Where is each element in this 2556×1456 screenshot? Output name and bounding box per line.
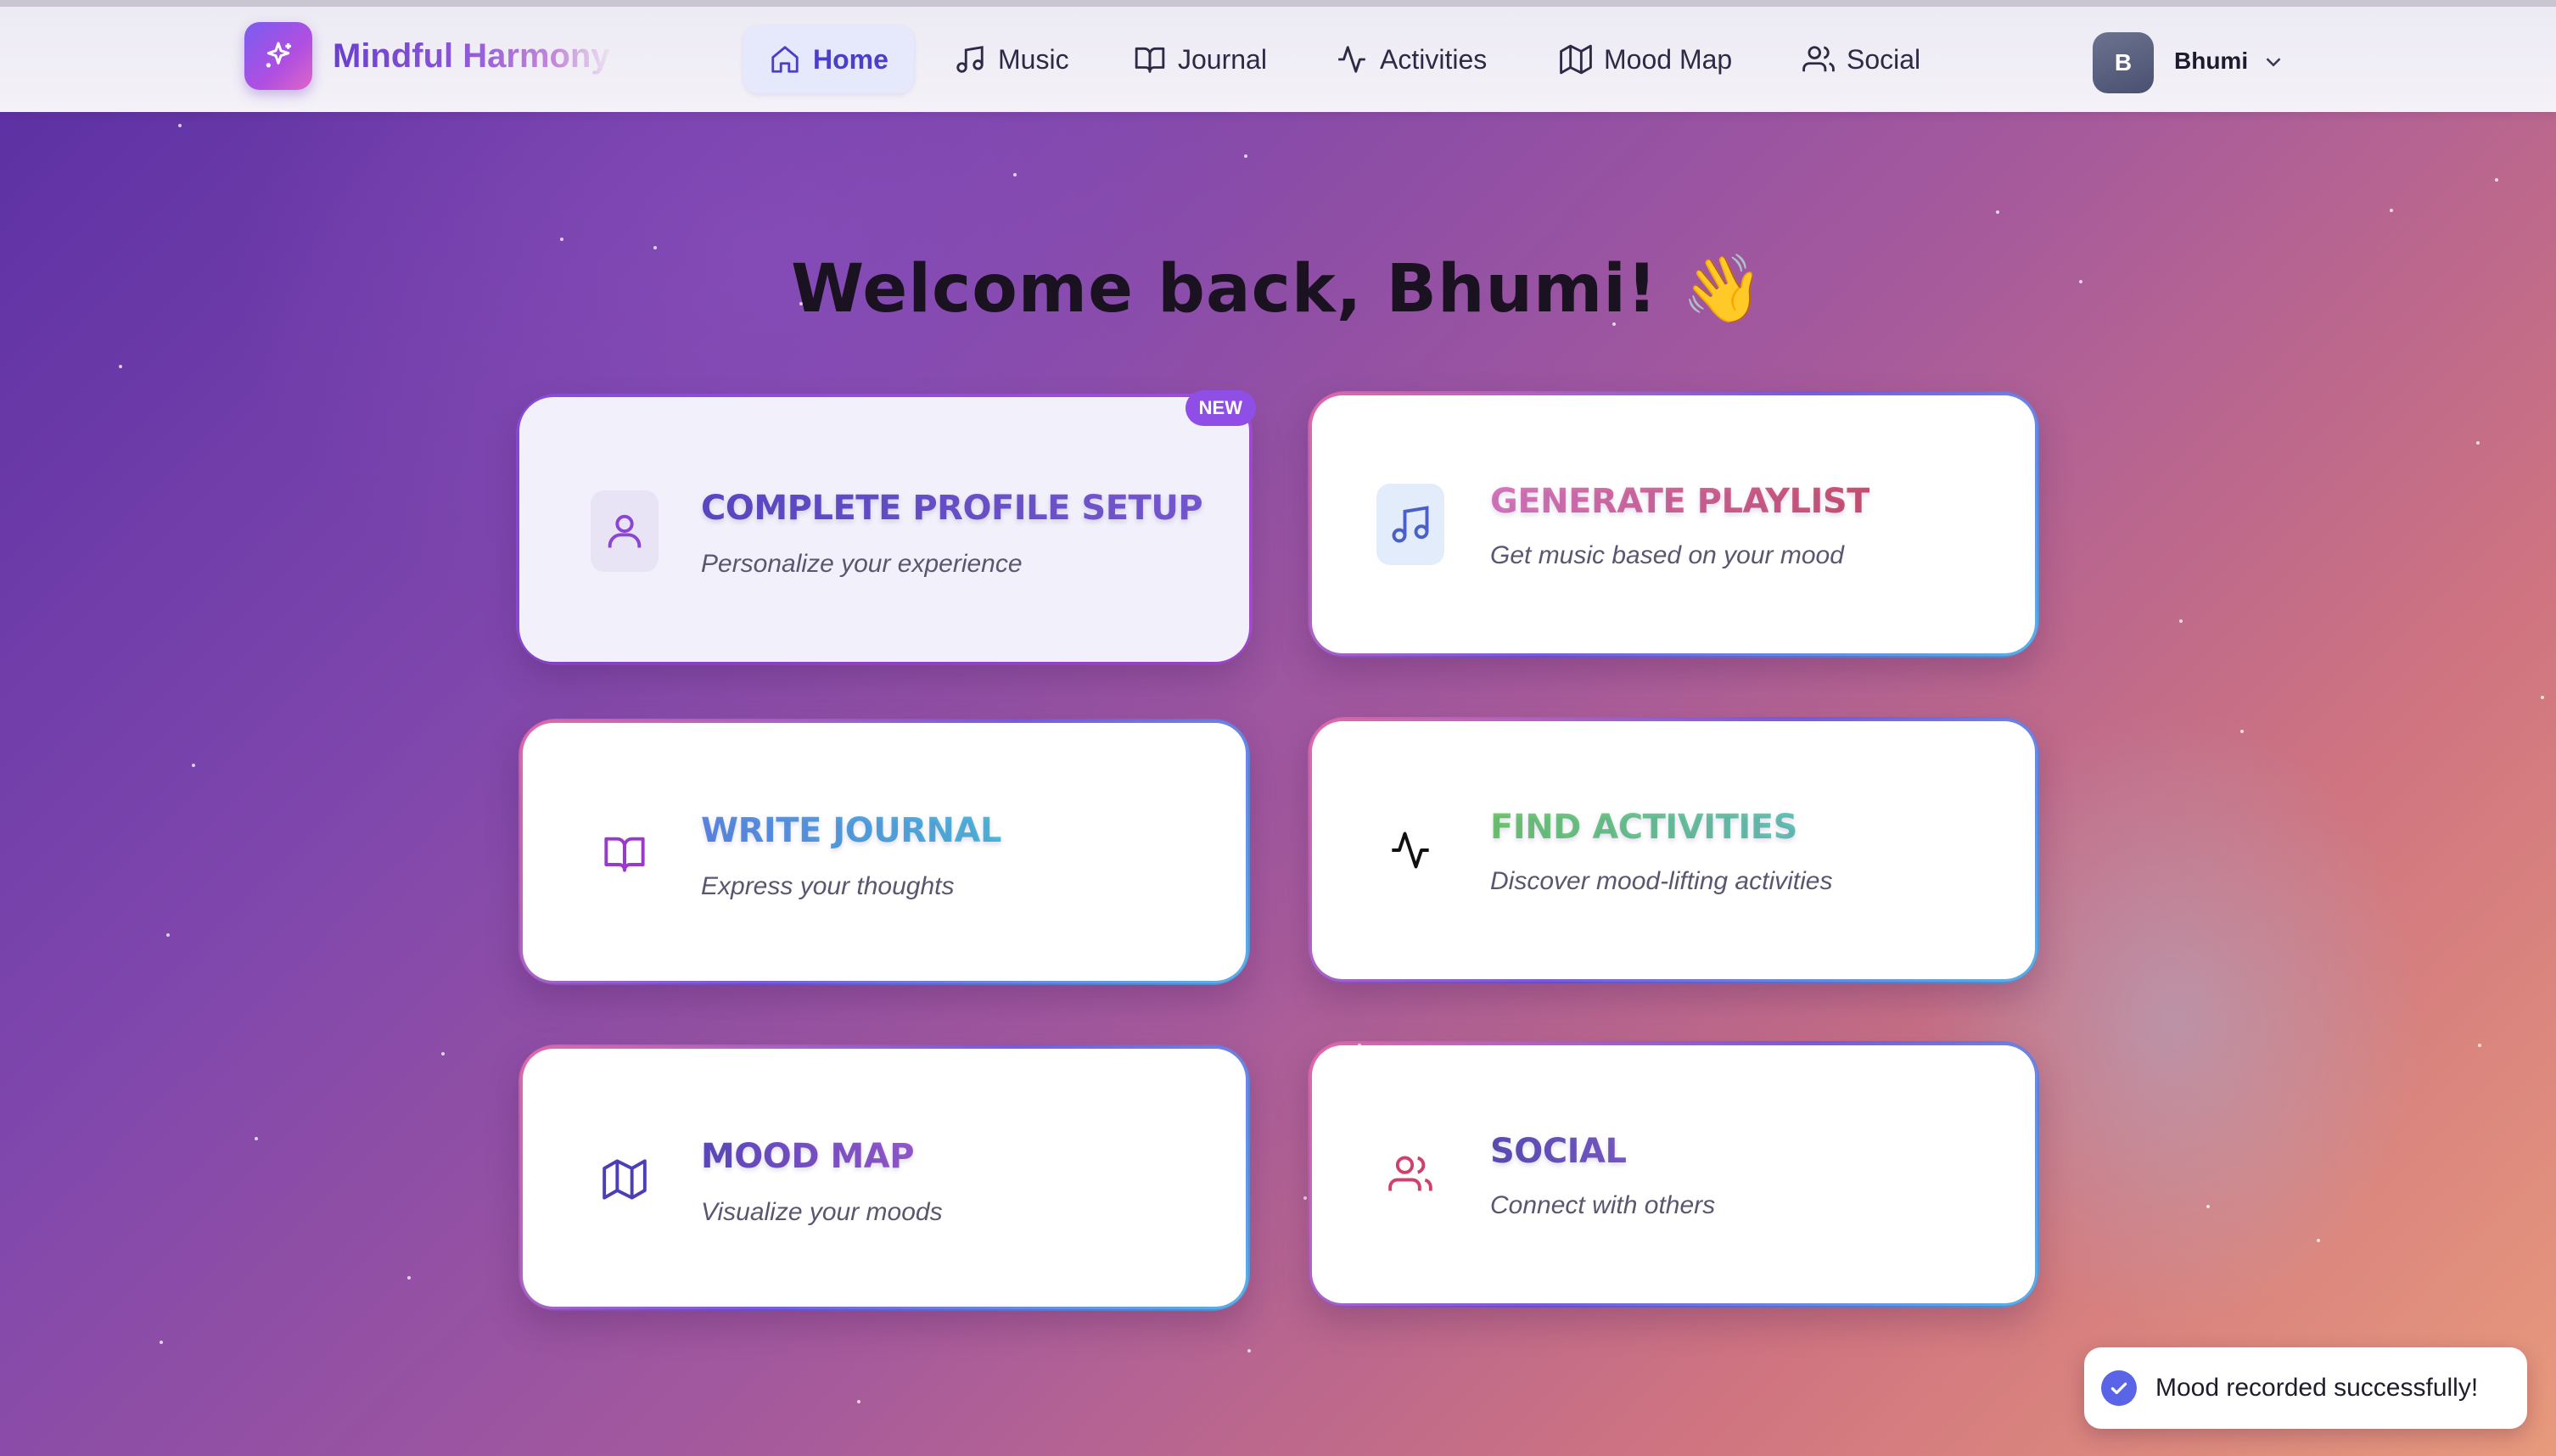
card-write-journal[interactable]: WRITE JOURNAL Express your thoughts [518,719,1250,985]
app-name[interactable]: Mindful Harmony [333,37,613,76]
nav-activities[interactable]: Activities [1310,25,1512,93]
card-generate-playlist[interactable]: GENERATE PLAYLIST Get music based on you… [1308,391,2039,658]
top-navbar: Mindful Harmony Home Music Journal Activ… [0,0,2556,112]
card-icon-wrap [1376,1134,1444,1215]
toast-message: Mood recorded successfully! [2155,1374,2479,1402]
card-subtitle: Personalize your experience [701,550,1023,578]
card-icon-wrap [1376,484,1444,565]
chevron-down-icon[interactable] [2261,49,2286,75]
card-find-activities[interactable]: FIND ACTIVITIES Discover mood-lifting ac… [1308,717,2039,983]
card-title: WRITE JOURNAL [701,811,1001,850]
card-icon-wrap [1376,809,1444,891]
nav-home-label: Home [813,43,888,75]
book-icon [1135,47,1165,73]
users-icon [1802,46,1835,72]
card-title: COMPLETE PROFILE SETUP [701,489,1203,528]
card-subtitle: Connect with others [1490,1191,1716,1219]
nav-journal-label: Journal [1178,43,1267,75]
nav-mood-map-label: Mood Map [1604,43,1733,75]
home-icon [771,46,799,73]
card-title: SOCIAL [1490,1132,1627,1171]
map-icon [1560,44,1592,75]
card-subtitle: Discover mood-lifting activities [1490,867,1833,895]
map-icon [603,1159,647,1200]
nav-activities-label: Activities [1380,43,1488,75]
user-name[interactable]: Bhumi [2174,48,2248,75]
music-icon [956,46,984,73]
card-icon-wrap [591,813,659,894]
app-logo[interactable] [244,22,312,90]
user-avatar[interactable]: B [2093,32,2154,93]
card-icon-wrap [591,490,659,572]
activity-icon [1392,832,1429,869]
card-mood-map[interactable]: MOOD MAP Visualize your moods [518,1044,1250,1311]
card-social[interactable]: SOCIAL Connect with others [1308,1041,2039,1308]
card-subtitle: Express your thoughts [701,872,955,900]
card-title: GENERATE PLAYLIST [1490,482,1870,521]
users-icon [1388,1156,1432,1191]
card-icon-wrap [591,1139,659,1220]
nav-music[interactable]: Music [928,25,1095,93]
check-circle-icon [2101,1370,2137,1406]
nav-mood-map[interactable]: Mood Map [1534,25,1757,93]
card-complete-profile[interactable]: COMPLETE PROFILE SETUP Personalize your … [516,390,1256,665]
user-icon [608,514,642,548]
card-title: FIND ACTIVITIES [1490,808,1797,847]
music-icon [1392,506,1429,543]
sparkles-icon [266,42,291,68]
new-badge: NEW [1185,390,1256,426]
nav-music-label: Music [998,43,1069,75]
card-subtitle: Visualize your moods [701,1198,943,1226]
activity-icon [1338,46,1365,73]
success-toast[interactable]: Mood recorded successfully! [2084,1347,2527,1429]
card-title: MOOD MAP [701,1137,915,1176]
page-title: Welcome back, Bhumi! 👋 [791,251,1765,328]
nav-social-label: Social [1847,43,1921,75]
nav-social[interactable]: Social [1777,25,1946,93]
nav-journal[interactable]: Journal [1108,25,1292,93]
nav-home[interactable]: Home [743,25,914,93]
book-icon [604,837,645,872]
card-subtitle: Get music based on your mood [1490,541,1844,569]
